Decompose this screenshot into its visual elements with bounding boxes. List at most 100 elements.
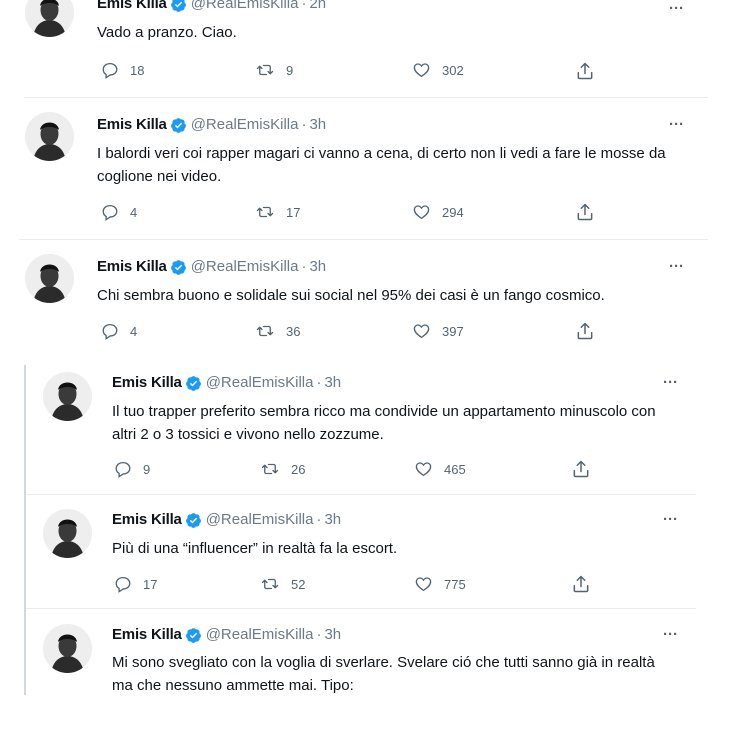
avatar[interactable] <box>25 0 74 37</box>
timestamp[interactable]: 3h <box>324 625 341 645</box>
verified-badge-icon <box>170 117 186 133</box>
author-name[interactable]: Emis Killa <box>97 257 167 277</box>
share-button[interactable] <box>571 459 591 479</box>
author-name[interactable]: Emis Killa <box>97 0 167 14</box>
share-button[interactable] <box>575 61 595 81</box>
more-icon[interactable]: ··· <box>663 627 678 642</box>
retweet-button[interactable]: 52 <box>260 575 305 593</box>
retweet-icon <box>261 463 279 475</box>
more-icon[interactable]: ··· <box>669 117 684 132</box>
share-button[interactable] <box>575 202 595 222</box>
retweet-icon <box>261 578 279 590</box>
retweet-icon <box>256 64 274 76</box>
separator-dot: · <box>301 116 307 133</box>
reply-button[interactable]: 9 <box>114 460 150 478</box>
like-count: 397 <box>442 323 464 339</box>
retweet-count: 17 <box>286 204 301 220</box>
author-name[interactable]: Emis Killa <box>112 625 182 645</box>
verified-badge-icon <box>170 259 186 275</box>
author-handle[interactable]: @RealEmisKilla <box>206 625 314 645</box>
avatar-image <box>25 112 74 161</box>
author-name[interactable]: Emis Killa <box>112 510 182 530</box>
heart-icon <box>413 324 430 339</box>
tweet-card[interactable]: Emis Killa @RealEmisKilla · 2h ··· Vado … <box>0 0 740 97</box>
tweet-text: Mi sono svegliato con la voglia di sverl… <box>112 654 655 693</box>
like-count: 294 <box>442 204 464 220</box>
more-icon[interactable]: ··· <box>669 259 684 274</box>
reply-count: 18 <box>130 62 145 78</box>
timestamp[interactable]: 2h <box>309 0 326 14</box>
share-icon <box>577 203 593 221</box>
tweet-text: Più di una “influencer” in realtà fa la … <box>112 540 398 557</box>
reply-icon <box>102 204 118 221</box>
author-handle[interactable]: @RealEmisKilla <box>191 115 299 135</box>
like-button[interactable]: 397 <box>412 322 464 340</box>
more-icon[interactable]: ··· <box>663 375 678 390</box>
avatar[interactable] <box>25 254 74 303</box>
author-name[interactable]: Emis Killa <box>112 373 182 393</box>
avatar-image <box>25 0 74 37</box>
verified-badge-icon <box>170 0 186 12</box>
reply-count: 17 <box>143 576 158 592</box>
timestamp[interactable]: 3h <box>309 257 326 277</box>
tweet-text: I balordi veri coi rapper magari ci vann… <box>97 145 666 185</box>
author-handle[interactable]: @RealEmisKilla <box>191 257 299 277</box>
author-name[interactable]: Emis Killa <box>97 115 167 135</box>
tweet-card[interactable]: Emis Killa @RealEmisKilla · 3h ··· Mi so… <box>26 609 696 693</box>
like-button[interactable]: 302 <box>412 61 464 79</box>
more-icon[interactable]: ··· <box>663 512 678 527</box>
reply-icon <box>115 461 131 478</box>
retweet-count: 52 <box>291 576 306 592</box>
separator-dot: · <box>301 0 307 12</box>
reply-count: 9 <box>143 461 151 477</box>
retweet-icon <box>256 325 274 337</box>
author-handle[interactable]: @RealEmisKilla <box>206 373 314 393</box>
like-count: 465 <box>444 461 466 477</box>
tweet-text: Chi sembra buono e solidale sui social n… <box>97 287 605 304</box>
retweet-count: 26 <box>291 461 306 477</box>
heart-icon <box>415 462 432 477</box>
verified-badge-icon <box>185 627 201 643</box>
reply-count: 4 <box>130 323 138 339</box>
share-button[interactable] <box>571 574 591 594</box>
avatar[interactable] <box>43 509 92 558</box>
tweet-card[interactable]: Emis Killa @RealEmisKilla · 3h ··· I bal… <box>0 98 740 239</box>
heart-icon <box>413 63 430 78</box>
timestamp[interactable]: 3h <box>324 510 341 530</box>
tweet-card[interactable]: Emis Killa @RealEmisKilla · 3h ··· Il tu… <box>26 365 696 494</box>
separator-dot: · <box>316 374 322 391</box>
share-button[interactable] <box>575 321 595 341</box>
share-icon <box>577 62 593 80</box>
reply-button[interactable]: 17 <box>114 575 157 593</box>
separator-dot: · <box>301 258 307 275</box>
retweet-button[interactable]: 26 <box>260 460 305 478</box>
avatar-image <box>25 254 74 303</box>
reply-icon <box>115 576 131 593</box>
author-handle[interactable]: @RealEmisKilla <box>206 510 314 530</box>
retweet-icon <box>256 206 274 218</box>
retweet-button[interactable]: 36 <box>255 322 300 340</box>
reply-button[interactable]: 4 <box>101 322 137 340</box>
tweet-text: Vado a pranzo. Ciao. <box>97 24 237 41</box>
avatar[interactable] <box>43 372 92 421</box>
like-button[interactable]: 775 <box>414 575 466 593</box>
separator-dot: · <box>316 626 322 643</box>
timestamp[interactable]: 3h <box>309 115 326 135</box>
retweet-button[interactable]: 17 <box>255 203 300 221</box>
avatar[interactable] <box>43 624 92 673</box>
retweet-button[interactable]: 9 <box>255 61 293 79</box>
timestamp[interactable]: 3h <box>324 373 341 393</box>
like-button[interactable]: 465 <box>414 460 466 478</box>
reply-icon <box>102 62 118 79</box>
reply-button[interactable]: 18 <box>101 61 144 79</box>
reply-button[interactable]: 4 <box>101 203 137 221</box>
heart-icon <box>415 577 432 592</box>
tweet-card[interactable]: Emis Killa @RealEmisKilla · 3h ··· Chi s… <box>0 240 740 358</box>
author-handle[interactable]: @RealEmisKilla <box>191 0 299 14</box>
avatar[interactable] <box>25 112 74 161</box>
avatar-image <box>43 372 92 421</box>
avatar-image <box>43 509 92 558</box>
more-icon[interactable]: ··· <box>669 1 684 16</box>
tweet-card[interactable]: Emis Killa @RealEmisKilla · 3h ··· Più d… <box>26 495 696 608</box>
like-button[interactable]: 294 <box>412 203 464 221</box>
